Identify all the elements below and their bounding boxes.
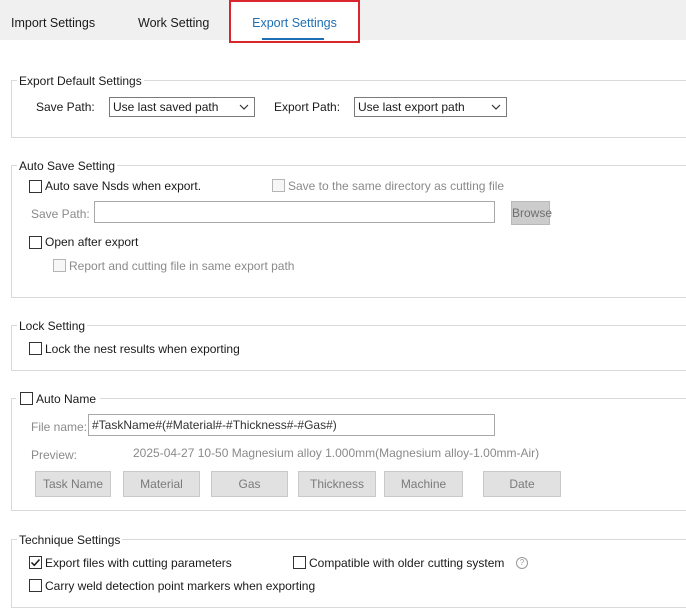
- auto-save-nsds-checkbox[interactable]: [29, 180, 42, 193]
- lock-nest-label: Lock the nest results when exporting: [45, 342, 240, 356]
- export-path-select[interactable]: Use last export path: [354, 97, 507, 117]
- preview-value: 2025-04-27 10-50 Magnesium alloy 1.000mm…: [133, 446, 540, 460]
- thickness-tag-button[interactable]: Thickness: [298, 471, 376, 497]
- export-path-label: Export Path:: [274, 100, 341, 114]
- lock-title: Lock Setting: [17, 319, 88, 333]
- date-tag-button[interactable]: Date: [483, 471, 561, 497]
- same-directory-checkbox[interactable]: [272, 179, 285, 192]
- lock-nest-checkbox[interactable]: [29, 342, 42, 355]
- tab-import-settings[interactable]: Import Settings: [11, 0, 95, 40]
- weld-markers-checkbox[interactable]: [29, 579, 42, 592]
- open-after-export-label: Open after export: [45, 235, 139, 249]
- export-path-select-value: Use last export path: [358, 100, 465, 114]
- file-name-label: File name:: [31, 420, 88, 434]
- machine-tag-button[interactable]: Machine: [384, 471, 463, 497]
- file-name-input[interactable]: #TaskName#(#Material#-#Thickness#-#Gas#): [88, 414, 495, 436]
- save-path-select-value: Use last saved path: [113, 100, 219, 114]
- help-icon[interactable]: ?: [516, 557, 528, 569]
- report-same-path-checkbox[interactable]: [53, 259, 66, 272]
- material-tag-button[interactable]: Material: [123, 471, 200, 497]
- export-params-checkbox[interactable]: [29, 556, 42, 569]
- report-same-path-label: Report and cutting file in same export p…: [69, 259, 295, 273]
- auto-name-title: Auto Name: [36, 392, 97, 406]
- save-path-select[interactable]: Use last saved path: [109, 97, 255, 117]
- weld-markers-label: Carry weld detection point markers when …: [45, 579, 316, 593]
- older-system-label: Compatible with older cutting system: [309, 556, 505, 570]
- open-after-export-checkbox[interactable]: [29, 236, 42, 249]
- auto-save-path-input[interactable]: [94, 201, 495, 223]
- auto-save-path-label: Save Path:: [31, 207, 90, 221]
- auto-save-nsds-label: Auto save Nsds when export.: [45, 179, 202, 193]
- technique-title: Technique Settings: [17, 533, 123, 547]
- browse-button[interactable]: Browse: [511, 201, 552, 225]
- preview-label: Preview:: [31, 448, 78, 462]
- auto-name-checkbox[interactable]: [20, 392, 33, 405]
- checkmark-icon: [30, 558, 41, 567]
- technique-group: [11, 539, 686, 608]
- same-directory-label: Save to the same directory as cutting fi…: [288, 179, 505, 193]
- gas-tag-button[interactable]: Gas: [211, 471, 288, 497]
- tab-highlight-box: [229, 0, 360, 43]
- save-path-label: Save Path:: [36, 100, 95, 114]
- chevron-down-icon: [491, 104, 501, 110]
- older-system-checkbox[interactable]: [293, 556, 306, 569]
- export-default-title: Export Default Settings: [17, 74, 144, 88]
- file-name-value: #TaskName#(#Material#-#Thickness#-#Gas#): [92, 418, 337, 432]
- auto-save-title: Auto Save Setting: [17, 159, 118, 173]
- chevron-down-icon: [239, 104, 249, 110]
- tab-work-setting[interactable]: Work Setting: [138, 0, 209, 40]
- export-params-label: Export files with cutting parameters: [45, 556, 232, 570]
- task-name-tag-button[interactable]: Task Name: [35, 471, 111, 497]
